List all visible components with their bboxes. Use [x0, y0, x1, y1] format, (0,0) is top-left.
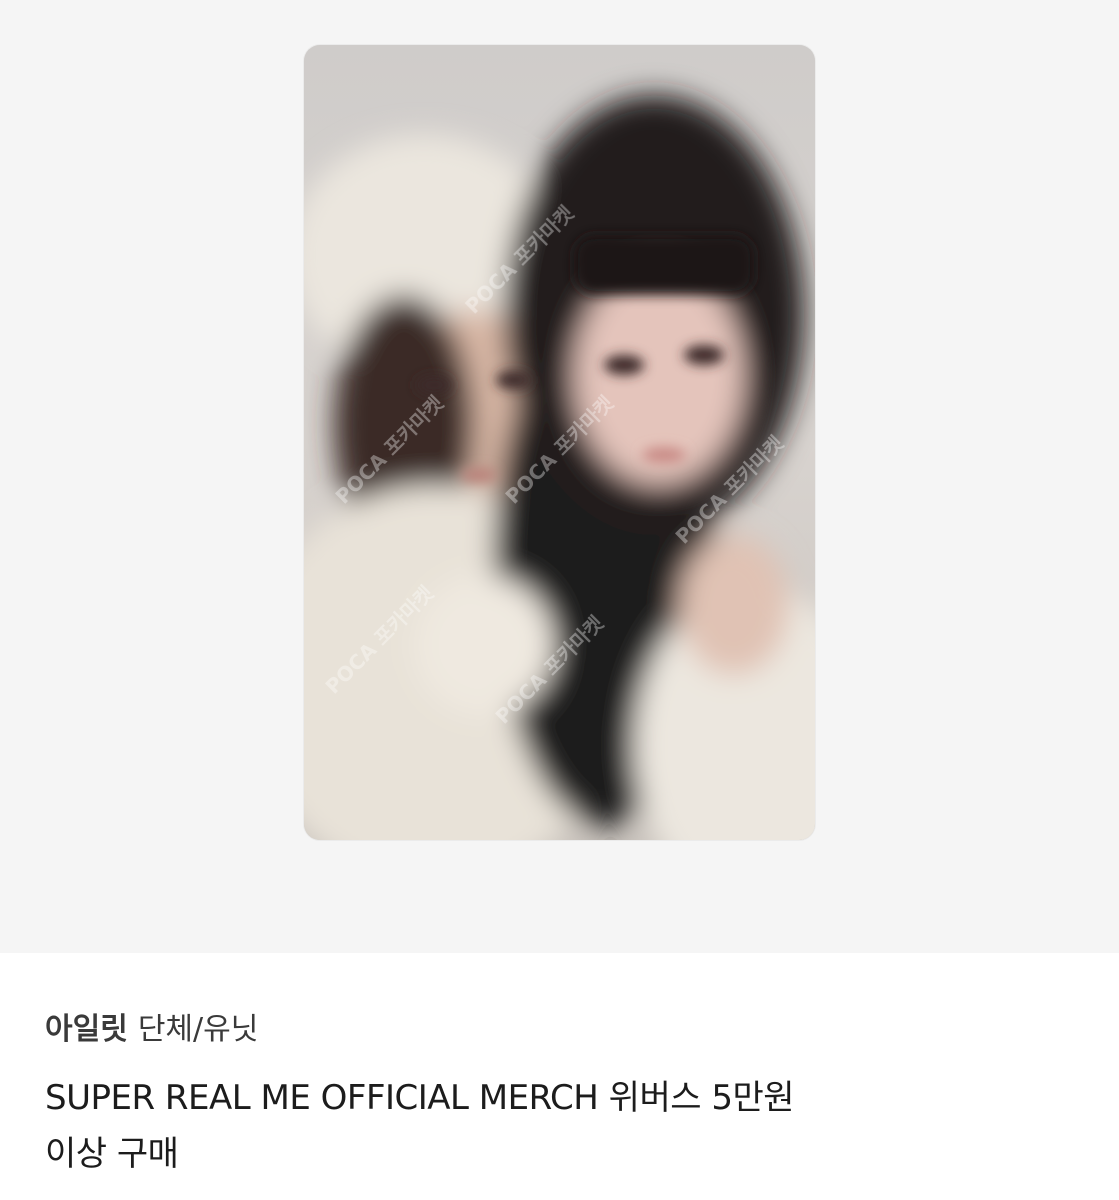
listing-info: 아일릿 단체/유닛 SUPER REAL ME OFFICIAL MERCH 위버… [45, 1008, 1085, 1182]
category-line: 아일릿 단체/유닛 [45, 1008, 1085, 1052]
listing-title: SUPER REAL ME OFFICIAL MERCH 위버스 5만원 이상 … [45, 1070, 1085, 1182]
photocard-blurred-photo: POCA 포카마켓 POCA 포카마켓 POCA 포카마켓 POCA 포카마켓 … [304, 45, 815, 840]
listing-title-line-2: 이상 구매 [45, 1134, 179, 1174]
artist-name[interactable]: 아일릿 [45, 1012, 128, 1047]
product-image-area: POCA 포카마켓 POCA 포카마켓 POCA 포카마켓 POCA 포카마켓 … [0, 0, 1119, 953]
group-type-label: 단체/유닛 [137, 1012, 259, 1047]
photocard-image[interactable]: POCA 포카마켓 POCA 포카마켓 POCA 포카마켓 POCA 포카마켓 … [304, 45, 815, 840]
listing-title-line-1: SUPER REAL ME OFFICIAL MERCH 위버스 5만원 [45, 1078, 795, 1118]
